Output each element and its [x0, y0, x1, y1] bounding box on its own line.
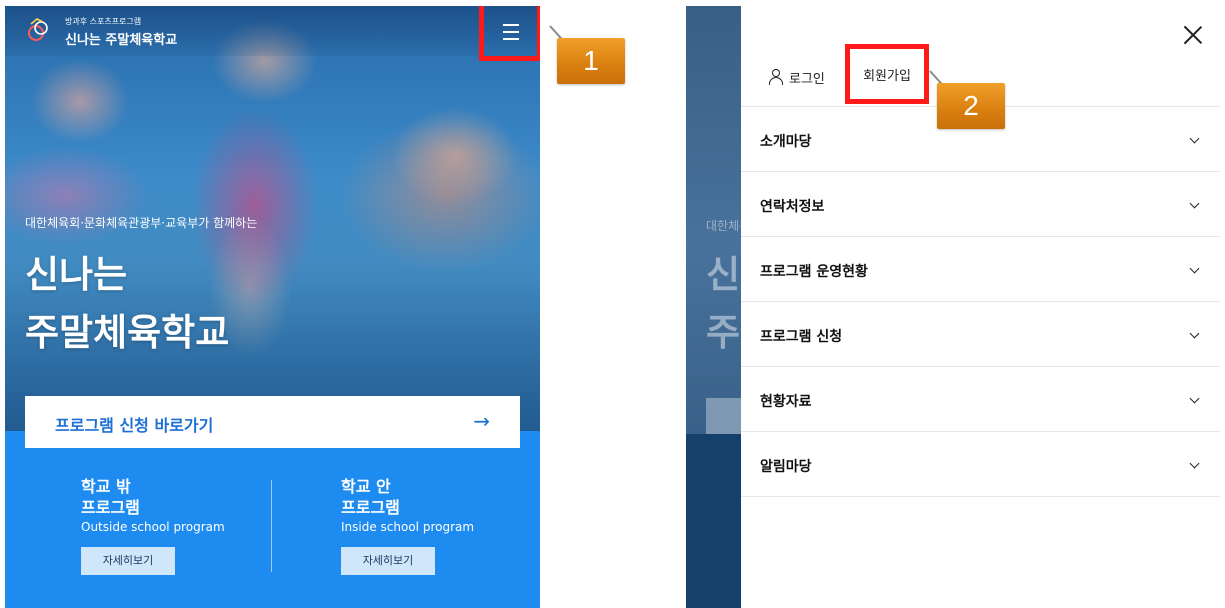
hero-title: 신나는 주말체육학교: [25, 246, 229, 362]
drawer-menu: 소개마당 연락처정보 프로그램 운영현황 프로그램 신청 현황자료 알림마당: [741, 106, 1220, 497]
hero-title-line: 주말체육학교: [25, 311, 230, 354]
dimmed-program-section: [686, 434, 741, 608]
signup-link[interactable]: 회원가입: [845, 44, 929, 104]
close-icon[interactable]: [1181, 22, 1205, 46]
mobile-home-screen: 방과후 스포츠프로그램 신나는 주말체육학교 대한체육회·문화체육관광부·교육부…: [5, 6, 540, 608]
menu-item-label: 프로그램 운영현황: [760, 264, 868, 280]
menu-item-label: 소개마당: [760, 134, 812, 150]
chevron-down-icon: [1189, 133, 1200, 144]
login-link[interactable]: 로그인: [769, 65, 825, 89]
chevron-down-icon: [1189, 328, 1200, 339]
logo-icon: [28, 18, 48, 41]
program-title: 프로그램: [341, 498, 400, 517]
program-english-name: Outside school program: [81, 520, 225, 534]
program-title: 프로그램: [81, 498, 140, 517]
menu-item-program-status[interactable]: 프로그램 운영현황: [741, 237, 1220, 302]
signup-label: 회원가입: [863, 68, 911, 84]
divider: [271, 480, 272, 572]
hero-subtitle: 대한체육회·문화체육관광부·교육부가 함께하는: [25, 216, 258, 230]
menu-item-label: 프로그램 신청: [760, 329, 843, 345]
step-callout-2: 2: [937, 83, 1005, 129]
menu-item-program-apply[interactable]: 프로그램 신청: [741, 302, 1220, 367]
menu-item-label: 연락처정보: [760, 199, 825, 215]
menu-item-label: 알림마당: [760, 459, 812, 475]
menu-item-data[interactable]: 현황자료: [741, 367, 1220, 432]
top-header: 방과후 스포츠프로그램 신나는 주말체육학교: [5, 6, 540, 56]
outside-program-detail-button[interactable]: 자세히보기: [81, 547, 175, 575]
dimmed-hero-title: 신나 주말: [706, 246, 741, 362]
chevron-down-icon: [1189, 393, 1200, 404]
chevron-down-icon: [1189, 263, 1200, 274]
arrow-right-icon: →: [473, 409, 490, 433]
dimmed-title-line: 주말: [706, 311, 741, 354]
menu-item-label: 현황자료: [760, 394, 812, 410]
program-title: 학교 밖: [81, 477, 131, 496]
logo-title[interactable]: 신나는 주말체육학교: [65, 29, 177, 48]
menu-item-contact[interactable]: 연락처정보: [741, 172, 1220, 237]
dimmed-title-line: 신나: [706, 253, 741, 296]
inside-program-card: 학교 안 프로그램 Inside school program 자세히보기: [341, 476, 474, 575]
dimmed-hero-subtitle: 대한체육회: [706, 219, 741, 233]
dimmed-background: 대한체육회 신나 주말: [686, 6, 741, 608]
inside-program-detail-button[interactable]: 자세히보기: [341, 547, 435, 575]
program-title: 학교 안: [341, 477, 391, 496]
program-english-name: Inside school program: [341, 520, 475, 534]
chevron-down-icon: [1189, 458, 1200, 469]
chevron-down-icon: [1189, 198, 1200, 209]
apply-label: 프로그램 신청 바로가기: [55, 416, 214, 435]
step-callout-1: 1: [557, 38, 625, 84]
program-apply-shortcut[interactable]: 프로그램 신청 바로가기 →: [25, 396, 520, 448]
menu-item-notice[interactable]: 알림마당: [741, 432, 1220, 497]
hero-title-line: 신나는: [25, 253, 128, 296]
outside-program-card: 학교 밖 프로그램 Outside school program 자세히보기: [81, 476, 225, 575]
person-icon: [769, 69, 783, 85]
logo-subtitle: 방과후 스포츠프로그램: [65, 17, 142, 26]
login-label: 로그인: [789, 71, 825, 87]
hamburger-icon[interactable]: [479, 6, 540, 61]
